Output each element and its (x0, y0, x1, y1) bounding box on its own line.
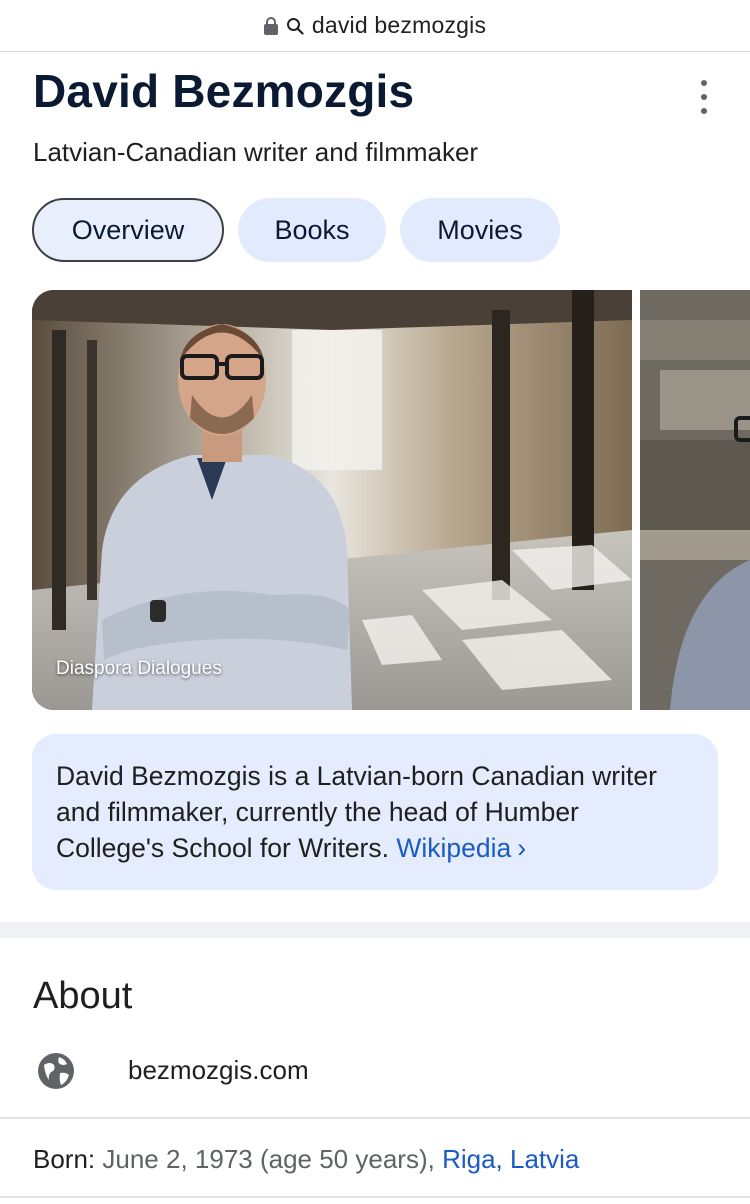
globe-icon (38, 1053, 74, 1089)
image-caption: Diaspora Dialogues (56, 658, 222, 679)
entity-title: David Bezmozgis (33, 65, 415, 117)
row-divider-bottom (0, 1196, 750, 1198)
description-body: David Bezmozgis is a Latvian-born Canadi… (56, 761, 657, 863)
born-value: June 2, 1973 (age 50 years), (102, 1144, 435, 1174)
tab-overview[interactable]: Overview (32, 198, 224, 262)
birthplace-link[interactable]: Riga, Latvia (442, 1144, 579, 1174)
section-divider (0, 922, 750, 938)
born-fact: Born: June 2, 1973 (age 50 years), Riga,… (33, 1144, 579, 1175)
image-carousel[interactable]: Diaspora Dialogues (32, 290, 750, 710)
tab-books[interactable]: Books (238, 198, 386, 262)
chevron-right-icon[interactable]: › (517, 833, 526, 863)
url-text: david bezmozgis (311, 12, 487, 38)
more-options-icon[interactable] (692, 80, 716, 114)
second-photo-illustration (640, 290, 750, 710)
address-bar[interactable]: david bezmozgis (0, 0, 750, 52)
description-text: David Bezmozgis is a Latvian-born Canadi… (56, 758, 694, 866)
website-link[interactable]: bezmozgis.com (128, 1055, 309, 1086)
lock-icon (263, 16, 278, 35)
entity-subtitle: Latvian-Canadian writer and filmmaker (33, 137, 479, 167)
about-heading: About (33, 975, 133, 1017)
portrait-illustration (32, 290, 632, 710)
description-card: David Bezmozgis is a Latvian-born Canadi… (32, 734, 718, 890)
wikipedia-link[interactable]: Wikipedia (396, 833, 511, 863)
row-divider (0, 1117, 750, 1119)
portrait-photo[interactable]: Diaspora Dialogues (32, 290, 632, 710)
second-photo[interactable] (640, 290, 750, 710)
tab-movies[interactable]: Movies (400, 198, 560, 262)
search-icon (286, 17, 304, 35)
born-label: Born: (33, 1144, 96, 1174)
tab-bar: Overview Books Movies (32, 198, 560, 262)
